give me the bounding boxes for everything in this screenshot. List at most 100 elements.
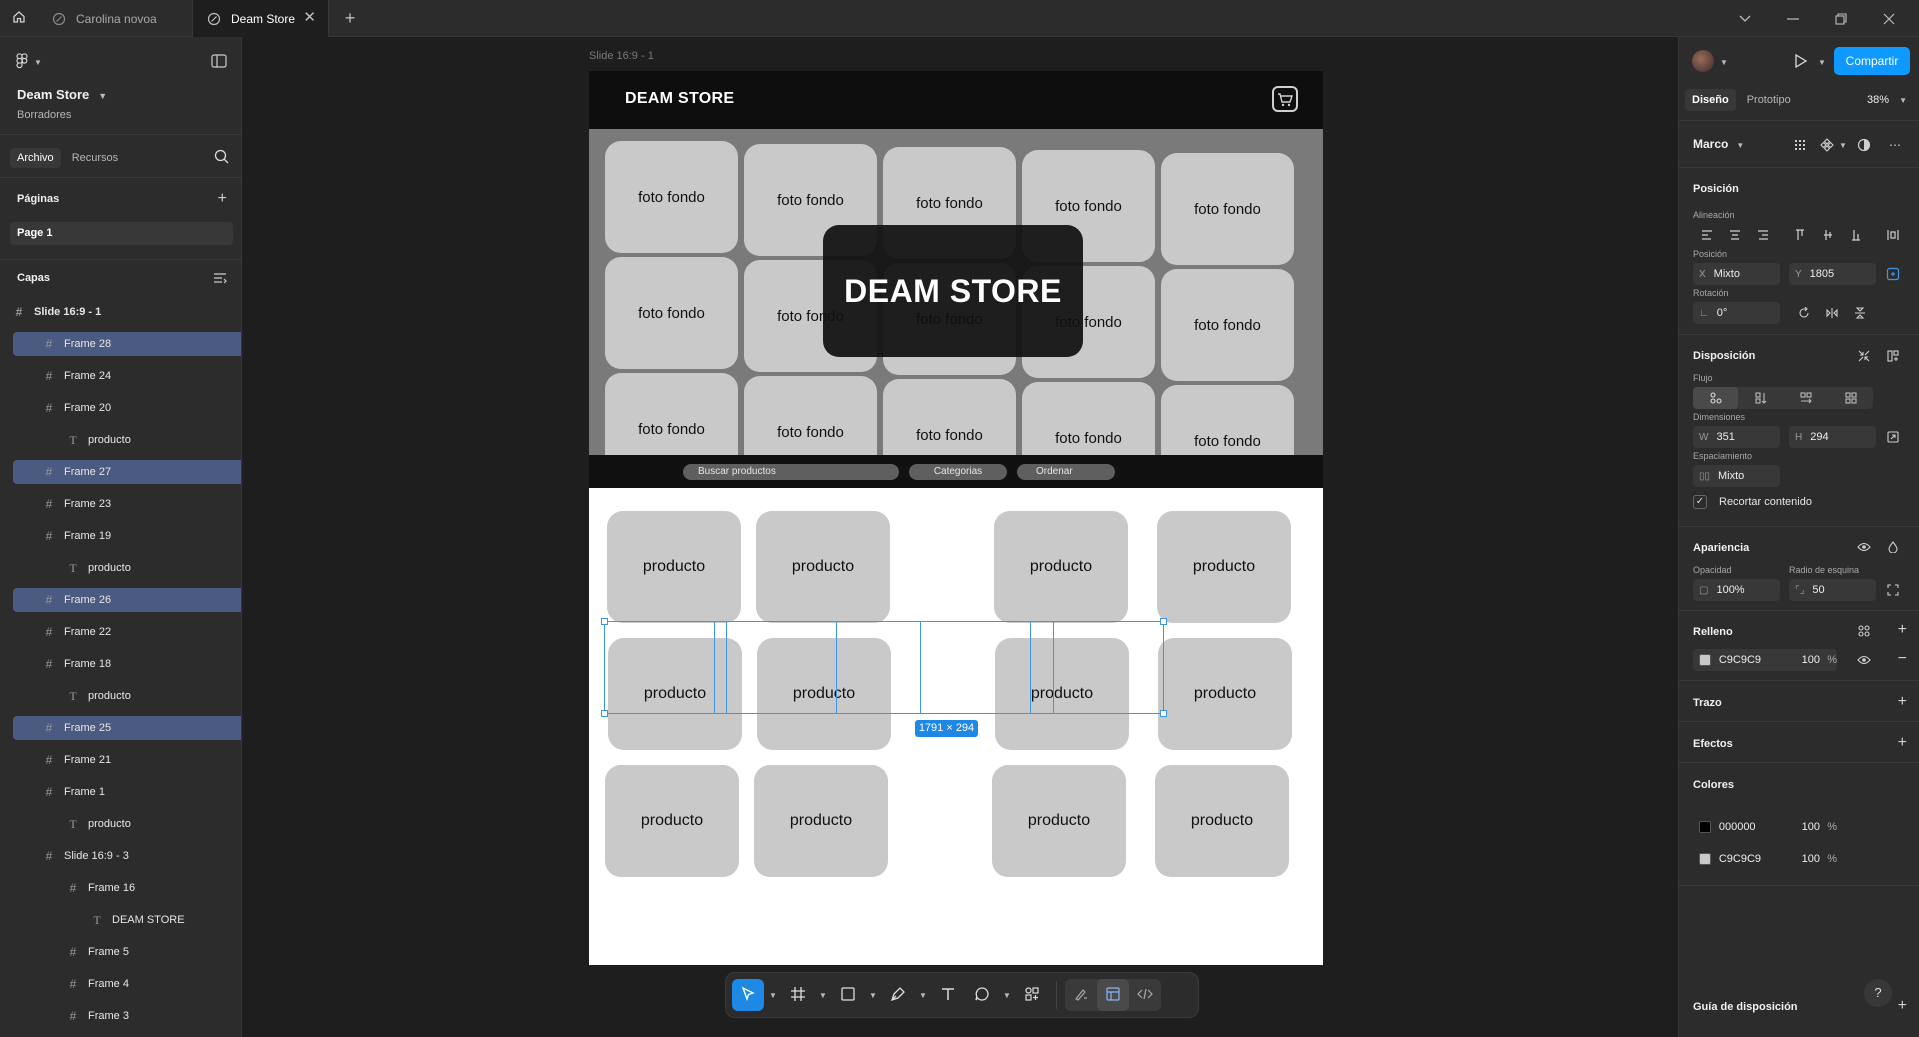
resize-handle[interactable] [1160, 710, 1167, 717]
layer-item[interactable]: # Frame 24 [13, 364, 241, 388]
resize-handle[interactable] [1160, 618, 1167, 625]
layer-item[interactable]: # Frame 23 [13, 492, 241, 516]
chevron-down-icon[interactable]: ▼ [1000, 991, 1014, 1000]
layer-item[interactable]: Tproducto [13, 812, 241, 836]
fill-color-field[interactable]: C9C9C9 100% [1693, 649, 1837, 671]
align-bottom-icon[interactable] [1842, 224, 1870, 246]
close-icon[interactable]: ✕ [303, 10, 316, 25]
add-page-button[interactable]: + [218, 191, 227, 207]
constraints-icon[interactable] [1882, 263, 1904, 285]
flip-horizontal-icon[interactable] [1821, 302, 1843, 324]
new-tab-button[interactable]: + [340, 8, 360, 28]
grid-icon[interactable] [1789, 134, 1811, 156]
layer-item[interactable]: # Frame 20 [13, 396, 241, 420]
styles-icon[interactable] [1853, 620, 1875, 642]
file-name[interactable]: Deam Store ▼ [17, 87, 107, 102]
independent-corners-icon[interactable] [1882, 579, 1904, 601]
distribute-icon[interactable] [1882, 224, 1904, 246]
layer-item[interactable]: # Frame 3 [13, 1004, 241, 1028]
spacing-field[interactable]: ▯▯ Mixto [1693, 465, 1780, 487]
layer-root[interactable]: # Slide 16:9 - 1 [13, 300, 241, 324]
present-button[interactable] [1794, 53, 1808, 72]
layer-item[interactable]: # Slide 16:9 - 3 [13, 844, 241, 868]
collapse-icon[interactable] [1853, 345, 1875, 367]
remove-fill-button[interactable]: − [1898, 651, 1907, 667]
product-card[interactable]: producto [992, 765, 1126, 877]
layout-grid-icon[interactable] [1882, 345, 1904, 367]
restore-button[interactable] [1817, 0, 1865, 37]
minimize-button[interactable] [1769, 0, 1817, 37]
resize-handle[interactable] [601, 618, 608, 625]
align-left-icon[interactable] [1693, 224, 1721, 246]
layer-item[interactable]: # Frame 19 [13, 524, 241, 548]
share-button[interactable]: Compartir [1834, 47, 1910, 75]
add-stroke-button[interactable]: + [1898, 694, 1907, 710]
layer-item[interactable]: # Frame 5 [13, 940, 241, 964]
frame-tool-button[interactable] [782, 979, 814, 1011]
frame-label[interactable]: Slide 16:9 - 1 [589, 50, 654, 62]
tab-recursos[interactable]: Recursos [65, 148, 125, 168]
align-right-icon[interactable] [1749, 224, 1777, 246]
color-swatch[interactable] [1699, 821, 1711, 833]
horizontal-flow-icon[interactable] [1783, 387, 1828, 409]
layer-item[interactable]: Tproducto [13, 684, 241, 708]
home-button[interactable] [0, 0, 38, 37]
grid-flow-icon[interactable] [1828, 387, 1873, 409]
layer-item[interactable]: # Frame 25 [13, 716, 241, 740]
sidebar-toggle-button[interactable] [211, 54, 227, 71]
opacity-field[interactable]: ▢ 100% [1693, 579, 1780, 601]
chevron-down-icon[interactable]: ▼ [1818, 58, 1826, 67]
close-window-button[interactable] [1865, 0, 1913, 37]
tab-deam-store[interactable]: Deam Store ✕ [193, 0, 329, 37]
chevron-down-icon[interactable]: ▼ [1839, 141, 1847, 150]
product-card[interactable]: producto [1158, 638, 1292, 750]
color-swatch[interactable] [1699, 853, 1711, 865]
layer-item[interactable]: # Frame 26 [13, 588, 241, 612]
align-top-icon[interactable] [1786, 224, 1814, 246]
frame-type-selector[interactable]: Marco ▼ [1693, 137, 1744, 151]
dev-mode-button[interactable] [1129, 979, 1161, 1011]
blend-mode-icon[interactable] [1882, 536, 1904, 558]
flip-vertical-icon[interactable] [1849, 302, 1871, 324]
layer-item[interactable]: Tproducto [13, 428, 241, 452]
color-row[interactable]: C9C9C9 100% [1693, 848, 1837, 870]
layer-item[interactable]: T DEAM STORE [13, 908, 241, 932]
rotation-field[interactable]: ∟ 0° [1693, 302, 1780, 324]
resize-handle[interactable] [601, 710, 608, 717]
product-card[interactable]: producto [1155, 765, 1289, 877]
add-layout-guide-button[interactable]: + [1898, 998, 1907, 1014]
slide-frame[interactable]: DEAM STORE foto fondo foto fondo foto fond… [589, 71, 1323, 965]
avatar[interactable] [1692, 50, 1714, 72]
draw-mode-button[interactable] [1065, 979, 1097, 1011]
chevron-down-icon[interactable]: ▼ [816, 991, 830, 1000]
product-card[interactable]: producto [1157, 511, 1291, 623]
align-middle-icon[interactable] [1814, 224, 1842, 246]
add-effect-button[interactable]: + [1898, 735, 1907, 751]
chevron-down-icon[interactable] [1721, 0, 1769, 37]
color-row[interactable]: 000000 100% [1693, 816, 1837, 838]
tab-archivo[interactable]: Archivo [10, 148, 61, 168]
product-card[interactable]: producto [756, 511, 890, 623]
product-card[interactable]: producto [605, 765, 739, 877]
layer-item[interactable]: # Frame 21 [13, 748, 241, 772]
canvas[interactable]: Slide 16:9 - 1 DEAM STORE foto fondo foto… [242, 37, 1678, 1037]
eye-icon[interactable] [1853, 649, 1875, 671]
vertical-flow-icon[interactable] [1738, 387, 1783, 409]
product-card[interactable]: producto [607, 511, 741, 623]
chevron-down-icon[interactable]: ▼ [916, 991, 930, 1000]
x-field[interactable]: X Mixto [1693, 263, 1780, 285]
actions-tool-button[interactable] [1016, 979, 1048, 1011]
zoom-level[interactable]: 38% ▼ [1867, 94, 1907, 106]
page-item[interactable]: Page 1 [10, 222, 233, 245]
text-tool-button[interactable] [932, 979, 964, 1011]
comment-tool-button[interactable] [966, 979, 998, 1011]
fill-swatch[interactable] [1699, 654, 1711, 666]
shape-tool-button[interactable] [832, 979, 864, 1011]
layer-item[interactable]: # Frame 4 [13, 972, 241, 996]
mask-icon[interactable] [1853, 134, 1875, 156]
main-menu-button[interactable]: ▼ [16, 53, 42, 72]
freeform-flow-icon[interactable] [1693, 387, 1738, 409]
add-fill-button[interactable]: + [1898, 622, 1907, 638]
tab-design[interactable]: Diseño [1685, 89, 1736, 111]
more-options-icon[interactable]: ⋯ [1884, 134, 1906, 156]
